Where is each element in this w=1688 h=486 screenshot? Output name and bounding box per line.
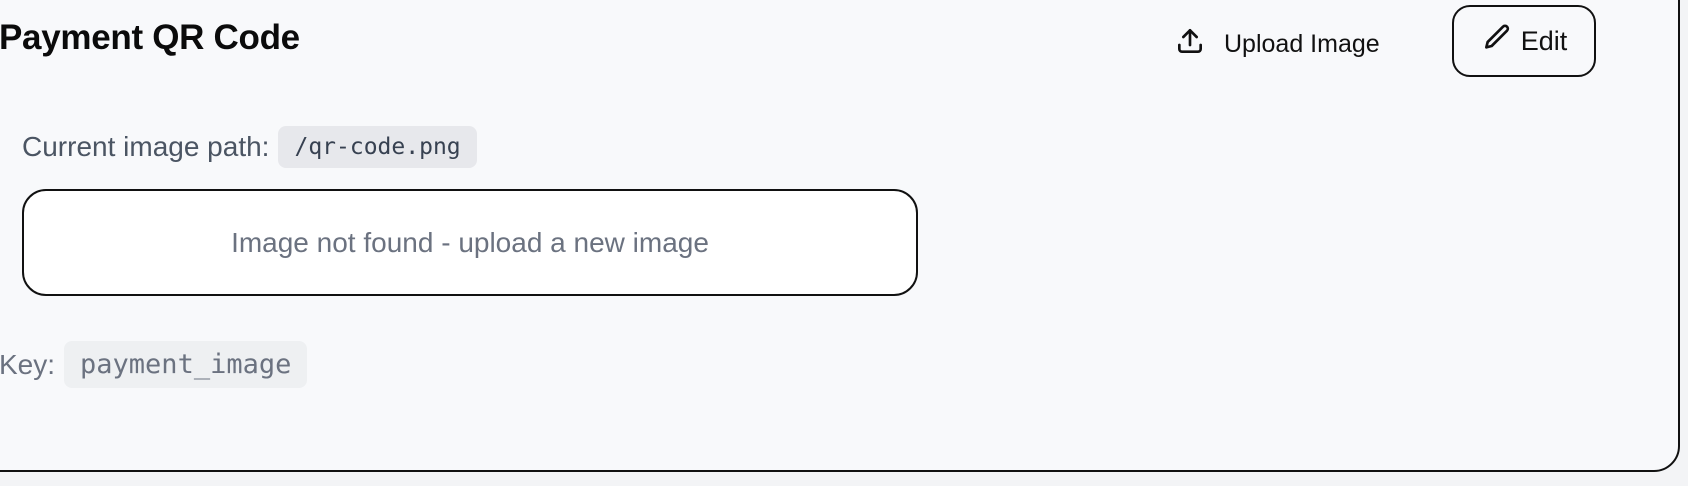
key-value: payment_image [64, 341, 308, 388]
edit-button[interactable]: Edit [1452, 5, 1596, 77]
upload-image-label: Upload Image [1224, 29, 1380, 58]
image-preview-dropzone[interactable]: Image not found - upload a new image [22, 189, 918, 296]
key-row: Key: payment_image [0, 341, 308, 388]
image-path-row: Current image path: /qr-code.png [22, 126, 477, 168]
card-title: Payment QR Code [0, 18, 300, 57]
edit-label: Edit [1520, 25, 1568, 56]
pencil-icon [1481, 22, 1513, 61]
upload-image-button[interactable]: Upload Image [1174, 20, 1380, 68]
upload-icon [1174, 25, 1206, 64]
image-path-value: /qr-code.png [278, 126, 477, 168]
image-path-label: Current image path: [22, 131, 270, 162]
image-not-found-message: Image not found - upload a new image [231, 226, 709, 258]
key-label: Key: [0, 348, 56, 380]
payment-qr-card: Payment QR Code Upload Image Edit Curren… [0, 0, 1680, 472]
